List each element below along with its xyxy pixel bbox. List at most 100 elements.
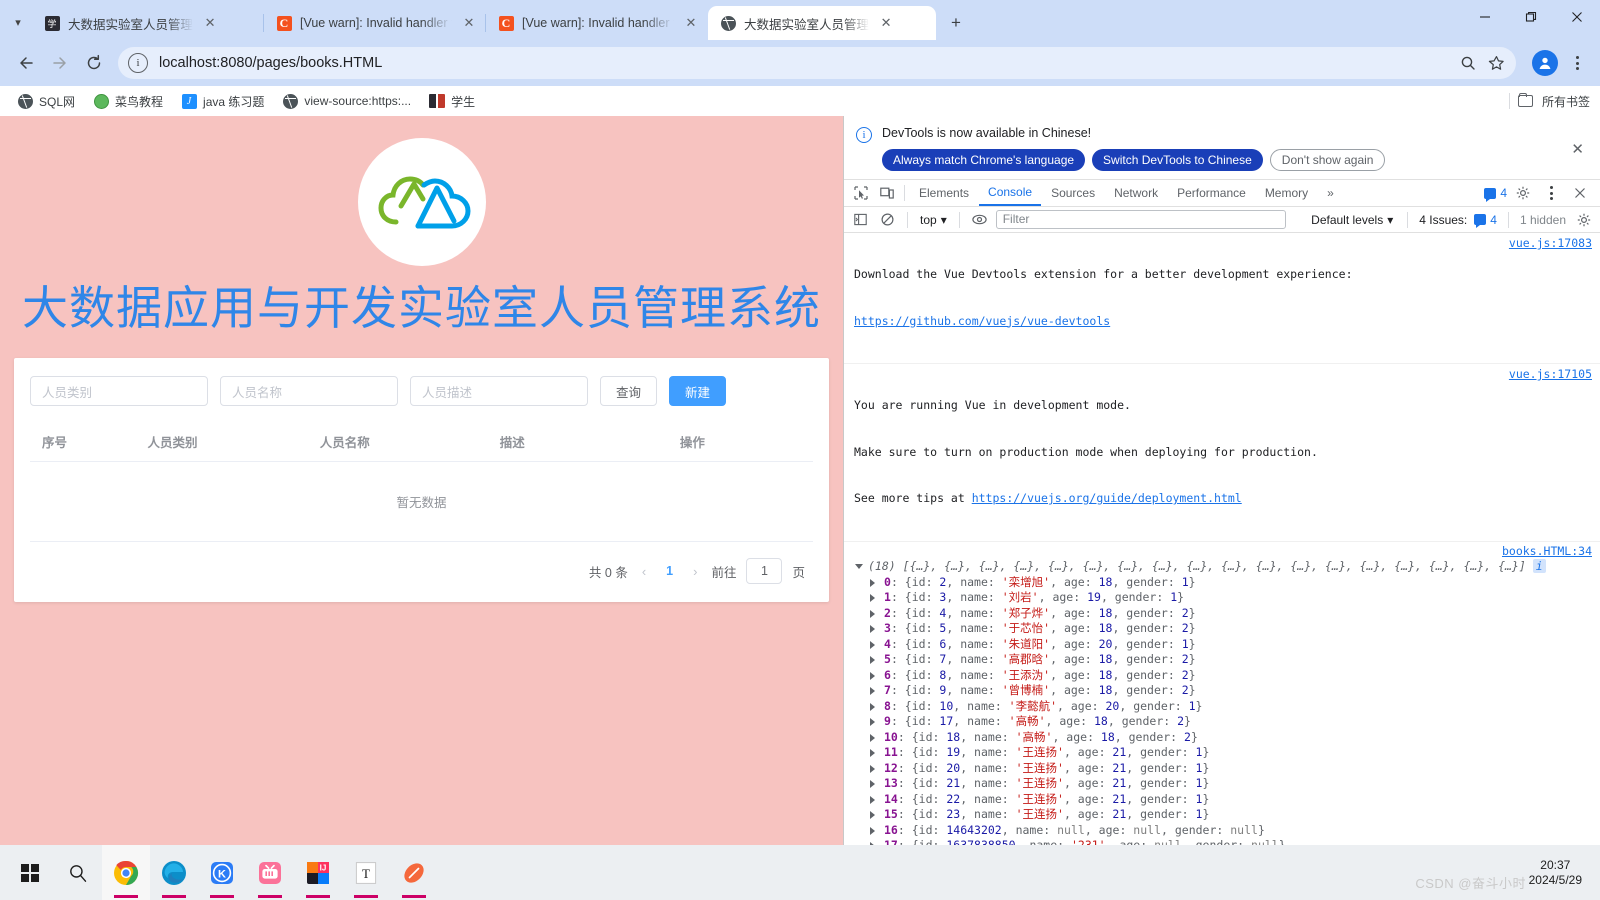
browser-tab-1[interactable]: 学 大数据实验室人员管理 ✕ [32,6,264,40]
array-entry-row[interactable]: 9: {id: 17, name: '高畅', age: 18, gender:… [854,714,1592,730]
twisty-icon[interactable] [870,671,875,680]
bookmark-item-java[interactable]: J java 练习题 [174,90,271,113]
array-entry-row[interactable]: 10: {id: 18, name: '高畅', age: 18, gender… [854,730,1592,746]
browser-tab-4-active[interactable]: 大数据实验室人员管理 ✕ [708,6,936,40]
forward-icon[interactable] [44,47,76,79]
site-info-icon[interactable]: i [128,53,148,73]
search-button[interactable] [54,845,102,900]
array-entry-row[interactable]: 0: {id: 2, name: '栾增旭', age: 18, gender:… [854,575,1592,591]
start-button[interactable] [6,845,54,900]
pagination-jump-input[interactable]: 1 [746,558,783,584]
close-window-icon[interactable] [1554,0,1600,34]
tab-search-icon[interactable]: ▾ [4,5,32,39]
bookmark-item-student[interactable]: 学生 [422,90,482,113]
kugou-button[interactable]: K [198,845,246,900]
array-entry-row[interactable]: 3: {id: 5, name: '于芯怡', age: 18, gender:… [854,621,1592,637]
bookmark-item-runoob[interactable]: 菜鸟教程 [86,90,170,113]
twisty-icon[interactable] [870,749,875,757]
bookmark-star-icon[interactable] [1482,49,1510,77]
console-settings-gear-icon[interactable] [1573,209,1595,231]
twisty-icon[interactable] [870,780,875,788]
dont-show-again-button[interactable]: Don't show again [1269,149,1386,171]
twisty-icon[interactable] [870,609,875,618]
twisty-icon[interactable] [870,625,875,633]
console-sidebar-icon[interactable] [849,209,871,231]
array-entry-row[interactable]: 7: {id: 9, name: '曾博楠', age: 18, gender:… [854,683,1592,699]
new-tab-button[interactable]: + [942,9,970,37]
twisty-icon[interactable] [870,718,875,726]
twisty-icon[interactable] [870,687,875,695]
tab-memory[interactable]: Memory [1256,180,1317,206]
message-source-link[interactable]: vue.js:17105 [1509,367,1592,383]
twisty-icon[interactable] [870,826,875,835]
array-source-link[interactable]: books.HTML:34 [1502,544,1592,560]
close-devtools-icon[interactable] [1567,182,1592,205]
message-source-link[interactable]: vue.js:17083 [1509,236,1592,252]
intellij-button[interactable]: IJ [294,845,342,900]
profile-avatar[interactable] [1532,50,1558,76]
twisty-icon[interactable] [870,594,875,602]
edge-button[interactable] [150,845,198,900]
typora-button[interactable]: T [342,845,390,900]
bookmark-item-view-source[interactable]: view-source:https:... [275,90,418,112]
message-link[interactable]: https://github.com/vuejs/vue-devtools [854,314,1499,330]
tab-close-icon[interactable]: ✕ [877,14,895,32]
search-input-name[interactable]: 人员名称 [220,376,398,406]
array-entry-row[interactable]: 17: {id: 1637838850, name: '231', age: n… [854,838,1592,845]
search-icon[interactable] [1454,49,1482,77]
reload-icon[interactable] [78,47,110,79]
tab-close-icon[interactable]: ✕ [460,14,478,32]
new-button[interactable]: 新建 [669,376,727,406]
twisty-icon[interactable] [870,578,875,587]
array-entry-row[interactable]: 11: {id: 19, name: '王连扬', age: 21, gende… [854,745,1592,761]
twisty-icon[interactable] [870,764,875,773]
maximize-restore-icon[interactable] [1508,0,1554,34]
issues-label[interactable]: 4 Issues: [1419,213,1467,227]
browser-tab-3[interactable]: C [Vue warn]: Invalid handler fo ✕ [485,6,708,40]
tab-network[interactable]: Network [1105,180,1167,206]
close-icon[interactable]: ✕ [1567,140,1588,158]
pagination-page-1[interactable]: 1 [660,564,679,578]
taskbar-clock[interactable]: 20:37 2024/5/29 [1529,858,1594,888]
twisty-icon[interactable] [870,733,875,742]
tab-console[interactable]: Console [979,180,1042,206]
tab-sources[interactable]: Sources [1042,180,1104,206]
tab-close-icon[interactable]: ✕ [201,14,219,32]
notes-button[interactable] [390,845,438,900]
chrome-button[interactable] [102,845,150,900]
array-entry-row[interactable]: 8: {id: 10, name: '李懿航', age: 20, gender… [854,699,1592,715]
switch-to-chinese-button[interactable]: Switch DevTools to Chinese [1092,149,1263,171]
bookmark-item-sql[interactable]: SQL网 [10,90,82,113]
tab-close-icon[interactable]: ✕ [682,14,700,32]
chrome-menu-icon[interactable] [1564,49,1590,77]
issues-badge[interactable]: 4 [1484,186,1507,202]
tab-performance[interactable]: Performance [1168,180,1255,206]
array-entry-row[interactable]: 16: {id: 14643202, name: null, age: null… [854,823,1592,839]
twisty-icon[interactable] [870,795,875,804]
twisty-icon[interactable] [870,656,875,664]
message-link[interactable]: https://vuejs.org/guide/deployment.html [972,491,1242,505]
array-entry-row[interactable]: 14: {id: 22, name: '王连扬', age: 21, gende… [854,792,1592,808]
pagination-next-icon[interactable]: › [689,564,701,579]
settings-gear-icon[interactable] [1510,182,1535,205]
array-summary-row[interactable]: (18) [{…}, {…}, {…}, {…}, {…}, {…}, {…},… [854,559,1592,575]
search-input-category[interactable]: 人员类别 [30,376,208,406]
array-entry-row[interactable]: 5: {id: 7, name: '高郡晗', age: 18, gender:… [854,652,1592,668]
inspect-element-icon[interactable] [848,182,873,205]
more-vertical-icon[interactable] [1538,179,1564,207]
array-entry-row[interactable]: 1: {id: 3, name: '刘岩', age: 19, gender: … [854,590,1592,606]
tab-elements[interactable]: Elements [910,180,978,206]
twisty-icon[interactable] [870,811,875,819]
execution-context-selector[interactable]: top ▾ [917,213,950,227]
clear-console-icon[interactable] [876,209,898,231]
live-expression-icon[interactable] [969,209,991,231]
pagination-prev-icon[interactable]: ‹ [638,564,650,579]
log-levels-dropdown[interactable]: Default levels ▾ [1308,213,1396,227]
device-toolbar-icon[interactable] [874,182,899,205]
array-entry-row[interactable]: 15: {id: 23, name: '王连扬', age: 21, gende… [854,807,1592,823]
array-entry-row[interactable]: 2: {id: 4, name: '郑子烨', age: 18, gender:… [854,606,1592,622]
more-tabs-icon[interactable]: » [1318,180,1343,206]
twisty-open-icon[interactable] [855,564,863,569]
filter-input[interactable]: Filter [995,210,1286,229]
browser-tab-2[interactable]: C [Vue warn]: Invalid handler fo ✕ [263,6,486,40]
